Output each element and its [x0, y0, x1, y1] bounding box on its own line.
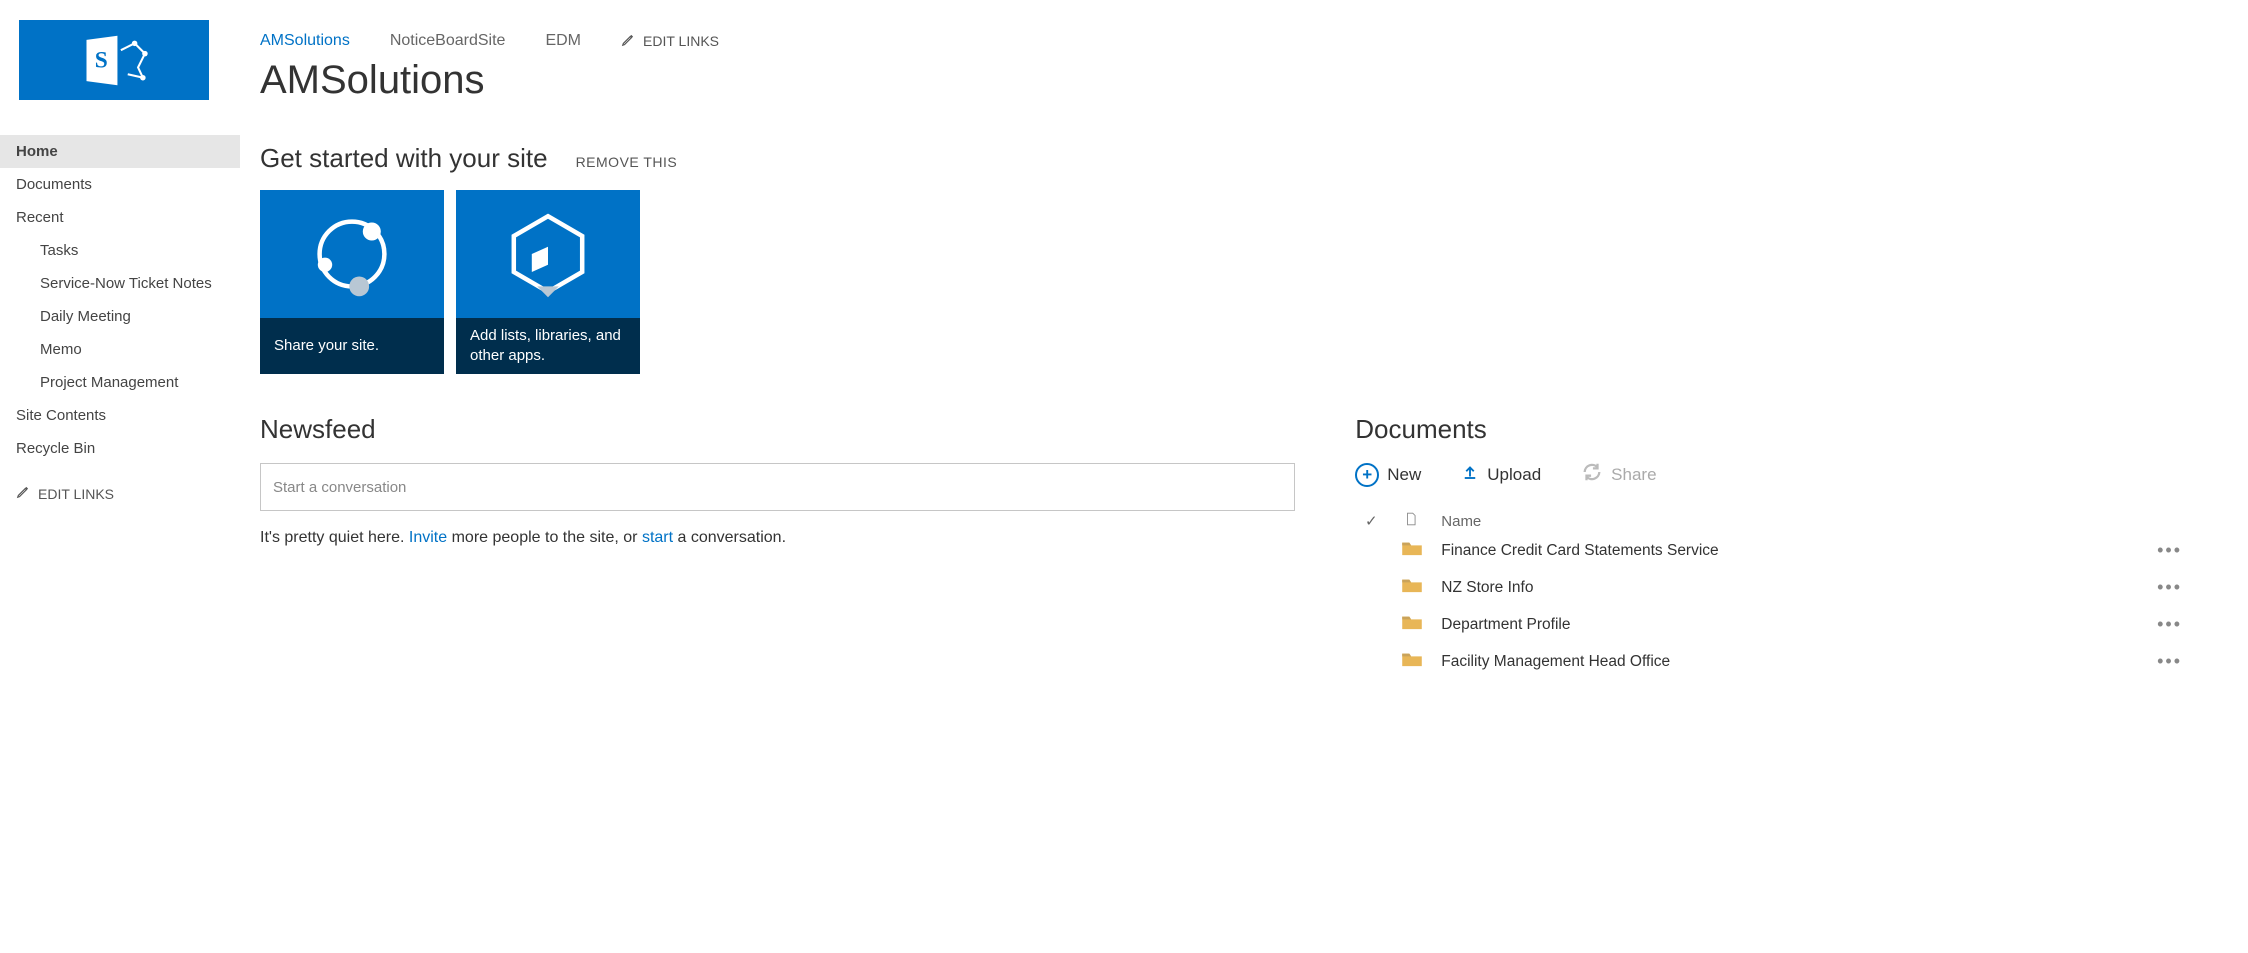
get-started-heading: Get started with your site: [260, 143, 548, 174]
sync-icon: [1581, 461, 1603, 488]
topnav-edit-links[interactable]: EDIT LINKS: [621, 33, 719, 50]
table-row[interactable]: Facility Management Head Office •••: [1355, 643, 2218, 680]
share-icon: [307, 209, 397, 299]
start-link[interactable]: start: [642, 529, 673, 546]
newsfeed-input[interactable]: Start a conversation: [260, 463, 1295, 511]
tile-add-apps[interactable]: Add lists, libraries, and other apps.: [456, 190, 640, 374]
sidebar-item-documents[interactable]: Documents: [0, 168, 240, 201]
documents-table-header: ✓ Name: [1355, 510, 2218, 532]
sidebar-item-daily-meeting[interactable]: Daily Meeting: [0, 300, 240, 333]
tile-share-caption: Share your site.: [274, 336, 379, 356]
invite-link[interactable]: Invite: [409, 529, 447, 546]
upload-icon: [1461, 462, 1479, 487]
topnav-item-amsolutions[interactable]: AMSolutions: [260, 32, 350, 50]
topnav-item-edm[interactable]: EDM: [545, 32, 581, 50]
plus-icon: +: [1355, 463, 1379, 487]
folder-icon: [1401, 614, 1421, 635]
document-name[interactable]: NZ Store Info: [1441, 579, 2137, 597]
newsfeed-heading: Newsfeed: [260, 414, 1295, 445]
newsfeed-placeholder: Start a conversation: [273, 479, 406, 496]
folder-icon: [1401, 577, 1421, 598]
document-name[interactable]: Facility Management Head Office: [1441, 653, 2137, 671]
svg-text:S: S: [95, 47, 108, 73]
sidebar-item-home[interactable]: Home: [0, 135, 240, 168]
topnav-edit-links-label: EDIT LINKS: [643, 33, 719, 49]
pencil-icon: [16, 485, 30, 502]
top-nav: AMSolutions NoticeBoardSite EDM EDIT LIN…: [260, 32, 2218, 50]
sidebar-item-recycle-bin[interactable]: Recycle Bin: [0, 432, 240, 465]
row-menu-button[interactable]: •••: [2157, 651, 2212, 672]
pencil-icon: [621, 33, 635, 50]
row-menu-button[interactable]: •••: [2157, 577, 2212, 598]
sidebar-item-tasks[interactable]: Tasks: [0, 234, 240, 267]
topnav-item-noticeboardsite[interactable]: NoticeBoardSite: [390, 32, 506, 50]
sidebar-item-memo[interactable]: Memo: [0, 333, 240, 366]
row-menu-button[interactable]: •••: [2157, 614, 2212, 635]
newsfeed-empty-prefix: It's pretty quiet here.: [260, 529, 409, 546]
sharepoint-logo-icon: S: [79, 33, 149, 88]
folder-icon: [1401, 540, 1421, 561]
document-name[interactable]: Department Profile: [1441, 616, 2137, 634]
row-menu-button[interactable]: •••: [2157, 540, 2212, 561]
folder-icon: [1401, 651, 1421, 672]
documents-heading: Documents: [1355, 414, 2218, 445]
sidebar-edit-links[interactable]: EDIT LINKS: [0, 477, 240, 510]
sidebar-item-recent[interactable]: Recent: [0, 201, 240, 234]
type-icon: [1401, 510, 1421, 532]
table-row[interactable]: Finance Credit Card Statements Service ••…: [1355, 532, 2218, 569]
sidebar-item-service-now[interactable]: Service-Now Ticket Notes: [0, 267, 240, 300]
new-label: New: [1387, 465, 1421, 485]
upload-label: Upload: [1487, 465, 1541, 485]
sidebar-edit-links-label: EDIT LINKS: [38, 486, 114, 502]
newsfeed-empty-mid: more people to the site, or: [447, 529, 642, 546]
tile-share-site[interactable]: Share your site.: [260, 190, 444, 374]
new-button[interactable]: + New: [1355, 463, 1421, 487]
tile-apps-caption: Add lists, libraries, and other apps.: [470, 326, 626, 367]
remove-this-link[interactable]: REMOVE THIS: [576, 154, 678, 170]
column-name[interactable]: Name: [1441, 513, 1481, 530]
select-all-checkbox[interactable]: ✓: [1361, 512, 1381, 530]
apps-icon: [503, 209, 593, 299]
table-row[interactable]: Department Profile •••: [1355, 606, 2218, 643]
site-logo[interactable]: S: [19, 20, 209, 100]
newsfeed-empty-suffix: a conversation.: [673, 529, 786, 546]
table-row[interactable]: NZ Store Info •••: [1355, 569, 2218, 606]
site-title: AMSolutions: [260, 58, 2218, 103]
newsfeed-empty-message: It's pretty quiet here. Invite more peop…: [260, 529, 1295, 547]
sidebar-item-project-management[interactable]: Project Management: [0, 366, 240, 399]
upload-button[interactable]: Upload: [1461, 462, 1541, 487]
document-name[interactable]: Finance Credit Card Statements Service: [1441, 542, 2137, 560]
sidebar-item-site-contents[interactable]: Site Contents: [0, 399, 240, 432]
sync-button[interactable]: Sync Share: [1581, 461, 1656, 488]
share-label: Share: [1611, 465, 1656, 485]
